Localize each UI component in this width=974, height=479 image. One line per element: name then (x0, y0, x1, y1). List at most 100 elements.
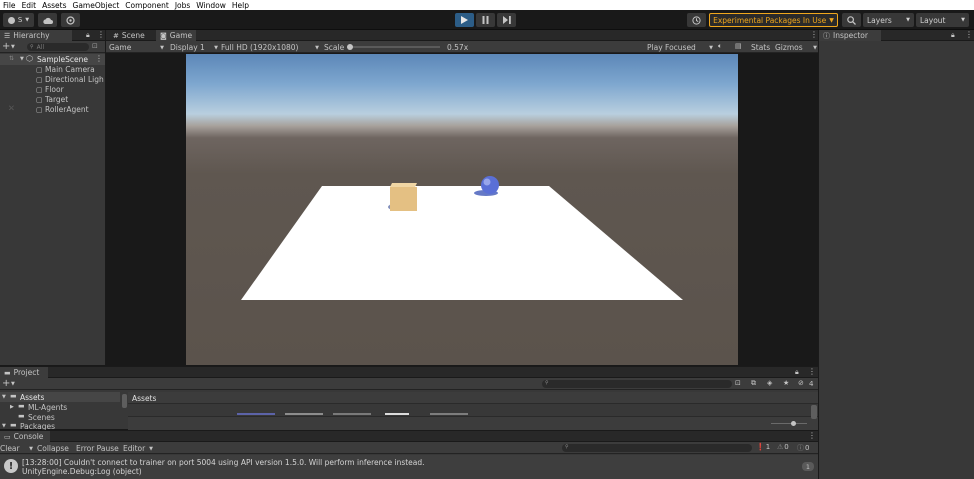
menu-edit[interactable]: Edit (19, 1, 40, 10)
play-button[interactable] (455, 13, 474, 27)
hierarchy-item-floor[interactable]: ▢ Floor (36, 85, 64, 94)
undo-history-button[interactable] (687, 13, 706, 27)
asset-thumbnail[interactable] (385, 413, 409, 415)
console-search-input[interactable]: ⚲ (562, 444, 752, 452)
hierarchy-item-main-camera[interactable]: ▢ Main Camera (36, 65, 95, 74)
resolution-dropdown[interactable]: Full HD (1920x1080) ▼ (221, 43, 319, 52)
menu-gameobject[interactable]: GameObject (70, 1, 123, 10)
asset-thumbnail[interactable] (237, 413, 275, 415)
tab-game[interactable]: ◙ Game (156, 30, 197, 41)
project-footer (128, 416, 818, 430)
menu-assets[interactable]: Assets (39, 1, 69, 10)
chevron-down-icon: ▼ (2, 423, 6, 429)
asset-thumbnail[interactable] (430, 413, 468, 415)
experimental-packages-button[interactable]: Experimental Packages In Use ▼ (709, 13, 838, 27)
scale-slider[interactable] (347, 44, 440, 50)
account-button[interactable]: S ▼ (3, 13, 34, 27)
tag-icon[interactable]: ◈ (767, 379, 772, 387)
step-button[interactable] (497, 13, 516, 27)
sphere-highlight (483, 178, 491, 186)
filter-icon[interactable]: ⊡ (92, 42, 98, 50)
more-options-icon[interactable]: ⋮ (965, 30, 973, 39)
tree-scrollbar[interactable] (122, 394, 127, 408)
project-search-input[interactable]: ⚲ (542, 380, 732, 388)
gizmos-dropdown[interactable]: Gizmos ▼ (775, 43, 817, 52)
console-log-entry[interactable]: ! [13:28:00] Couldn't connect to trainer… (0, 455, 818, 479)
message-count: 1 (765, 443, 771, 451)
stats-toggle[interactable]: Stats (751, 43, 770, 52)
more-options-icon[interactable]: ⋮ (808, 431, 816, 440)
more-options-icon[interactable]: ⋮ (95, 54, 103, 63)
scene-visibility-icon[interactable]: ⇅ (9, 55, 14, 62)
more-options-icon[interactable]: ⋮ (808, 367, 816, 376)
chevron-down-icon: ▼ (20, 56, 24, 62)
more-options-icon[interactable]: ⋮ (810, 30, 818, 39)
hidden-icon[interactable]: ⤬ (9, 105, 14, 113)
hierarchy-search-input[interactable]: ⚲ All (27, 43, 89, 51)
tab-project[interactable]: ▬ Project (0, 367, 48, 378)
error-count-toggle[interactable]: ⓘ 0 (797, 443, 809, 453)
lock-icon[interactable]: 🔒︎ (86, 31, 90, 40)
warning-icon: ⚠ (777, 443, 784, 451)
asset-thumbnail[interactable] (285, 413, 323, 415)
warning-count-toggle[interactable]: ⚠ 0 (777, 443, 789, 451)
thumbnail-size-slider[interactable] (771, 421, 807, 426)
scene-name: SampleScene (37, 55, 88, 64)
tree-item-assets[interactable]: ▼ ▬ Assets (0, 392, 120, 402)
scene-row[interactable]: ⇅ ▼ ⬡ SampleScene ⋮ (0, 54, 105, 65)
tab-inspector[interactable]: ⓘ Inspector (819, 30, 881, 41)
tree-item-label: Scenes (28, 413, 55, 422)
hierarchy-item-label: Main Camera (45, 65, 95, 74)
menu-file[interactable]: File (0, 1, 19, 10)
hierarchy-item-roller-agent[interactable]: ▢ RollerAgent (36, 105, 89, 114)
assets-scrollbar[interactable] (811, 405, 817, 419)
display-dropdown[interactable]: Display 1 ▼ (170, 43, 218, 52)
view-mode-dropdown[interactable]: Game ▼ (109, 43, 164, 52)
cloud-button[interactable] (38, 13, 57, 27)
menu-jobs[interactable]: Jobs (172, 1, 193, 10)
breadcrumb[interactable]: Assets (132, 394, 156, 403)
menu-component[interactable]: Component (122, 1, 172, 10)
tab-scene[interactable]: # Scene (109, 30, 149, 41)
mute-audio-icon[interactable]: 🔈︎ (718, 42, 722, 51)
favorite-star-icon[interactable]: ★ (783, 379, 789, 387)
info-message-icon: ! (4, 459, 18, 473)
inspector-tab-bar: ⓘ Inspector 🔒︎ ⋮ (819, 30, 974, 41)
tree-item-ml-agents[interactable]: ▶ ▬ ML-Agents (0, 402, 120, 412)
message-count-toggle[interactable]: ❗ 1 (756, 443, 770, 451)
editor-dropdown[interactable]: Editor ▼ (123, 444, 153, 453)
layers-dropdown[interactable]: Layers ▼ (863, 13, 914, 27)
tree-item-scenes[interactable]: ▬ Scenes (0, 412, 120, 422)
game-viewport[interactable] (186, 54, 738, 365)
lock-icon[interactable]: 🔒︎ (795, 368, 799, 377)
hidden-packages-icon[interactable]: ⊘ (798, 379, 804, 387)
asset-thumbnail[interactable] (333, 413, 371, 415)
search-by-type-icon[interactable]: ⊡ (735, 379, 741, 387)
hierarchy-item-target[interactable]: ▢ Target (36, 95, 68, 104)
tab-console[interactable]: ▭ Console (0, 431, 50, 442)
cube-top (390, 183, 417, 187)
menu-help[interactable]: Help (229, 1, 252, 10)
tab-hierarchy[interactable]: ☰ Hierarchy (0, 30, 72, 41)
tree-item-packages[interactable]: ▼ ▬ Packages (0, 422, 120, 430)
gameobject-icon: ▢ (36, 86, 43, 94)
scale-slider-thumb[interactable] (347, 44, 353, 50)
pause-button[interactable] (476, 13, 495, 27)
error-pause-toggle[interactable]: Error Pause (76, 444, 119, 453)
collapse-toggle[interactable]: Collapse (37, 444, 69, 453)
collab-button[interactable] (61, 13, 80, 27)
frame-debugger-icon[interactable]: ▤ (735, 42, 742, 50)
menu-window[interactable]: Window (193, 1, 229, 10)
hierarchy-item-directional-light[interactable]: ▢ Directional Ligh (36, 75, 104, 84)
layout-dropdown[interactable]: Layout ▼ (916, 13, 969, 27)
chevron-down-icon: ▼ (29, 445, 33, 452)
lock-icon[interactable]: 🔒︎ (951, 31, 955, 40)
play-focused-dropdown[interactable]: Play Focused ▼ (647, 43, 713, 52)
add-icon[interactable]: + (2, 41, 10, 52)
more-options-icon[interactable]: ⋮ (97, 30, 105, 39)
add-icon[interactable]: + (2, 378, 10, 389)
thumbnail-size-slider-thumb[interactable] (791, 421, 796, 426)
search-by-label-icon[interactable]: ⧉ (751, 379, 756, 388)
clear-button[interactable]: Clear ▼ (0, 444, 33, 453)
search-button[interactable] (842, 13, 861, 27)
